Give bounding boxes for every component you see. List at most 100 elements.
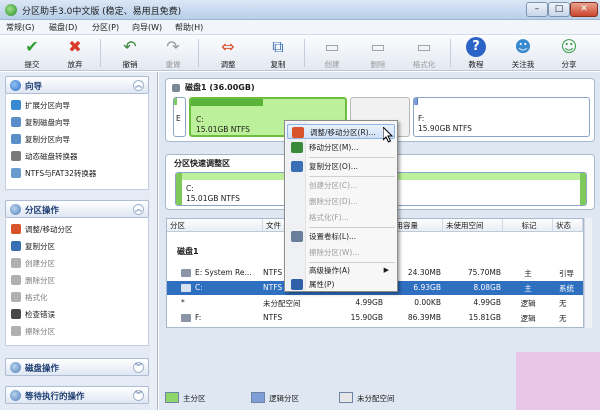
table-row[interactable]: F: NTFS 15.90GB 86.39MB 15.81GB 逻辑 无 bbox=[167, 311, 583, 325]
follow-icon: ☻ bbox=[514, 37, 532, 56]
partition-block-f[interactable]: F: 15.90GB NTFS bbox=[413, 97, 590, 137]
menu-separator bbox=[309, 176, 395, 177]
toolbar: ✔ 提交 ✖ 放弃 ↶ 撤销 ↷ 重做 ⇔ 调整 ⧉ 复制 ▭ 创建 ▭ 删除 … bbox=[0, 35, 600, 71]
ctx-delete[interactable]: 删除分区(D)... bbox=[287, 194, 395, 209]
mouse-cursor-icon bbox=[383, 127, 394, 143]
redo-button[interactable]: ↷ 重做 bbox=[153, 36, 193, 70]
pending-ops-header[interactable]: 等待执行的操作 ︾ bbox=[5, 386, 149, 404]
format-button[interactable]: ▭ 格式化 bbox=[404, 36, 444, 70]
drive-icon bbox=[181, 269, 191, 277]
undo-button[interactable]: ↶ 撤销 bbox=[110, 36, 150, 70]
partition-ops-header[interactable]: 分区操作 ︽ bbox=[5, 200, 149, 218]
minimize-button[interactable]: – bbox=[526, 2, 548, 17]
collapse-icon[interactable]: ︽ bbox=[133, 204, 144, 215]
create-button[interactable]: ▭ 创建 bbox=[312, 36, 352, 70]
menu-disk[interactable]: 磁盘(D) bbox=[49, 22, 77, 33]
col-partition[interactable]: 分区 bbox=[167, 219, 263, 232]
expand-icon[interactable]: ︾ bbox=[133, 390, 144, 401]
resize-button[interactable]: ⇔ 调整 bbox=[208, 36, 248, 70]
delete-button[interactable]: ▭ 删除 bbox=[358, 36, 398, 70]
ctx-format[interactable]: 格式化(F)... bbox=[287, 210, 395, 225]
ctx-properties[interactable]: 属性(P) bbox=[287, 278, 395, 291]
ctx-copy[interactable]: 复制分区(O)... bbox=[287, 159, 395, 174]
ctx-advanced[interactable]: 高级操作(A) ▶ bbox=[287, 263, 395, 278]
resize-icon: ⇔ bbox=[221, 37, 235, 56]
drive-icon bbox=[181, 314, 191, 322]
app-logo-icon bbox=[5, 4, 17, 16]
submit-button[interactable]: ✔ 提交 bbox=[12, 36, 52, 70]
menu-help[interactable]: 帮助(H) bbox=[175, 22, 203, 33]
partition-block-e[interactable]: E bbox=[173, 97, 186, 137]
op-check-errors[interactable]: 检查错误 bbox=[11, 309, 55, 322]
wizard-item-ntfs-fat32[interactable]: NTFS与FAT32转换器 bbox=[11, 168, 96, 181]
delete-icon: ▭ bbox=[370, 37, 386, 56]
table-row[interactable]: * 未分配空间 4.99GB 0.00KB 4.99GB 逻辑 无 bbox=[167, 296, 583, 310]
col-free[interactable]: 未使用空间 bbox=[443, 219, 503, 232]
cross-icon: ✖ bbox=[68, 37, 82, 56]
ctx-move[interactable]: 移动分区(M)... bbox=[287, 140, 395, 155]
partition-ops-icon bbox=[10, 204, 21, 215]
op-format[interactable]: 格式化 bbox=[11, 292, 48, 305]
ctx-create[interactable]: 创建分区(C)... bbox=[287, 178, 395, 193]
context-menu: 调整/移动分区(R)... 移动分区(M)... 复制分区(O)... 创建分区… bbox=[284, 120, 398, 292]
disk-icon bbox=[172, 84, 180, 92]
legend-unallocated: 未分配空间 bbox=[339, 392, 395, 404]
format-icon: ▭ bbox=[416, 37, 432, 56]
op-wipe[interactable]: 擦除分区 bbox=[11, 326, 55, 339]
wizard-item-copy-partition[interactable]: 复制分区向导 bbox=[11, 134, 70, 147]
ctx-set-label[interactable]: 设置卷标(L)... bbox=[287, 229, 395, 244]
wizard-section-header[interactable]: 向导 ︽ bbox=[5, 76, 149, 94]
disk-ops-header[interactable]: 磁盘操作 ︾ bbox=[5, 358, 149, 376]
drag-handle[interactable] bbox=[176, 173, 182, 205]
table-scrollbar[interactable] bbox=[584, 218, 592, 328]
toolbar-separator bbox=[304, 39, 305, 67]
share-button[interactable]: ☺ 分享 bbox=[549, 36, 589, 70]
op-create[interactable]: 创建分区 bbox=[11, 258, 55, 271]
drag-handle[interactable] bbox=[580, 173, 586, 205]
pending-ops-icon bbox=[10, 390, 21, 401]
table-disk-label: 磁盘1 bbox=[177, 247, 199, 256]
resize-icon bbox=[11, 224, 21, 234]
copy-partition-icon bbox=[11, 134, 21, 144]
op-delete[interactable]: 删除分区 bbox=[11, 275, 55, 288]
close-button[interactable]: ✕ bbox=[570, 2, 598, 17]
submenu-arrow-icon: ▶ bbox=[383, 266, 389, 274]
legend-primary: 主分区 bbox=[165, 392, 206, 404]
menu-general[interactable]: 常规(G) bbox=[6, 22, 34, 33]
undo-icon: ↶ bbox=[123, 37, 137, 56]
wizard-item-extend[interactable]: 扩展分区向导 bbox=[11, 100, 70, 113]
menu-separator bbox=[309, 227, 395, 228]
toolbar-separator bbox=[450, 39, 451, 67]
resize-icon bbox=[292, 127, 304, 138]
col-status[interactable]: 状态 bbox=[553, 219, 583, 232]
tutorial-button[interactable]: ? 教程 bbox=[456, 36, 496, 70]
help-icon: ? bbox=[466, 37, 486, 57]
title-bar: 分区助手3.0中文版 (稳定、易用且免费) – □ ✕ bbox=[0, 0, 600, 20]
copy-button[interactable]: ⧉ 复制 bbox=[258, 36, 298, 70]
discard-button[interactable]: ✖ 放弃 bbox=[55, 36, 95, 70]
wizard-list: 扩展分区向导 复制磁盘向导 复制分区向导 动态磁盘转换器 NTFS与FAT32转… bbox=[5, 94, 149, 190]
check-errors-icon bbox=[11, 309, 21, 319]
create-icon bbox=[11, 258, 21, 268]
copy-icon bbox=[11, 241, 21, 251]
op-copy[interactable]: 复制分区 bbox=[11, 241, 55, 254]
menu-partition[interactable]: 分区(P) bbox=[92, 22, 119, 33]
menu-wizard[interactable]: 向导(W) bbox=[132, 22, 162, 33]
convert-icon bbox=[11, 168, 21, 178]
ctx-wipe[interactable]: 擦除分区(W)... bbox=[287, 245, 395, 260]
col-flag[interactable]: 标记 bbox=[503, 219, 553, 232]
legend-swatch bbox=[251, 392, 265, 403]
follow-button[interactable]: ☻ 关注我 bbox=[503, 36, 543, 70]
dynamic-disk-icon bbox=[11, 151, 21, 161]
collapse-icon[interactable]: ︽ bbox=[133, 80, 144, 91]
legend-swatch bbox=[165, 392, 179, 403]
wizard-item-dynamic[interactable]: 动态磁盘转换器 bbox=[11, 151, 78, 164]
op-resize-move[interactable]: 调整/移动分区 bbox=[11, 224, 73, 237]
usage-bar bbox=[174, 98, 177, 105]
maximize-button[interactable]: □ bbox=[548, 2, 570, 17]
expand-icon[interactable]: ︾ bbox=[133, 362, 144, 373]
left-scrollbar[interactable] bbox=[150, 72, 157, 410]
format-icon bbox=[11, 292, 21, 302]
ctx-resize-move[interactable]: 调整/移动分区(R)... bbox=[287, 124, 395, 139]
wizard-item-copy-disk[interactable]: 复制磁盘向导 bbox=[11, 117, 70, 130]
